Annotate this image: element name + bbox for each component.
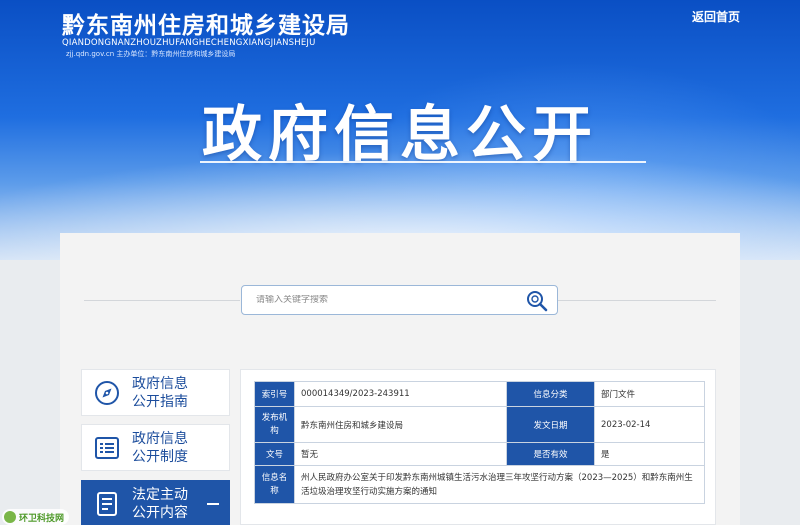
- collapse-icon[interactable]: [207, 503, 219, 505]
- site-sub-info: zjj.qdn.gov.cn 主办单位：黔东南州住房和城乡建设局: [66, 50, 236, 58]
- search-box: [241, 285, 558, 315]
- date-label: 发文日期: [506, 406, 595, 443]
- doc-name-label: 信息名称: [254, 465, 295, 504]
- issuer-label: 发布机构: [254, 406, 295, 443]
- valid-label: 是否有效: [506, 442, 595, 466]
- leaf-icon: [4, 511, 16, 523]
- search-icon: [527, 291, 548, 312]
- doc-no-value: 暂无: [294, 442, 507, 466]
- header-banner: 黔东南州住房和城乡建设局 QIANDONGNANZHOUZHUFANGHECHE…: [0, 0, 800, 260]
- index-no-value: 000014349/2023-243911: [294, 381, 507, 407]
- title-underline: [200, 161, 646, 163]
- return-home-link[interactable]: 返回首页: [692, 8, 740, 25]
- watermark-text: 环卫科技网: [19, 513, 65, 524]
- sidebar-item-guide[interactable]: 政府信息 公开指南: [81, 369, 230, 416]
- date-value: 2023-02-14: [594, 406, 705, 443]
- info-table: 索引号 000014349/2023-243911 信息分类 部门文件 发布机构…: [254, 381, 705, 504]
- compass-icon: [95, 380, 119, 405]
- list-icon: [95, 436, 119, 459]
- search-input[interactable]: [256, 295, 506, 305]
- doc-name-value[interactable]: 州人民政府办公室关于印发黔东南州城镇生活污水治理三年攻坚行动方案（2023—20…: [294, 465, 705, 504]
- search-button[interactable]: [525, 289, 549, 313]
- valid-value: 是: [594, 442, 705, 466]
- sidebar-item-label: 政府信息 公开指南: [132, 375, 188, 410]
- page-title: 政府信息公开: [202, 100, 598, 170]
- sidebar-item-label: 政府信息 公开制度: [132, 430, 188, 465]
- sidebar-item-label: 法定主动 公开内容: [132, 486, 188, 521]
- index-no-label: 索引号: [254, 381, 295, 407]
- sidebar-item-system[interactable]: 政府信息 公开制度: [81, 424, 230, 471]
- site-title: 黔东南州住房和城乡建设局: [62, 12, 350, 39]
- category-label: 信息分类: [506, 381, 595, 407]
- document-icon: [97, 491, 117, 516]
- site-title-pinyin: QIANDONGNANZHOUZHUFANGHECHENGXIANGJIANSH…: [62, 38, 316, 48]
- category-value: 部门文件: [594, 381, 705, 407]
- sidebar-item-content[interactable]: 法定主动 公开内容: [81, 480, 230, 525]
- search-divider-left: [84, 300, 240, 301]
- issuer-value: 黔东南州住房和城乡建设局: [294, 406, 507, 443]
- doc-no-label: 文号: [254, 442, 295, 466]
- watermark: 环卫科技网: [2, 509, 70, 525]
- search-divider-right: [558, 300, 716, 301]
